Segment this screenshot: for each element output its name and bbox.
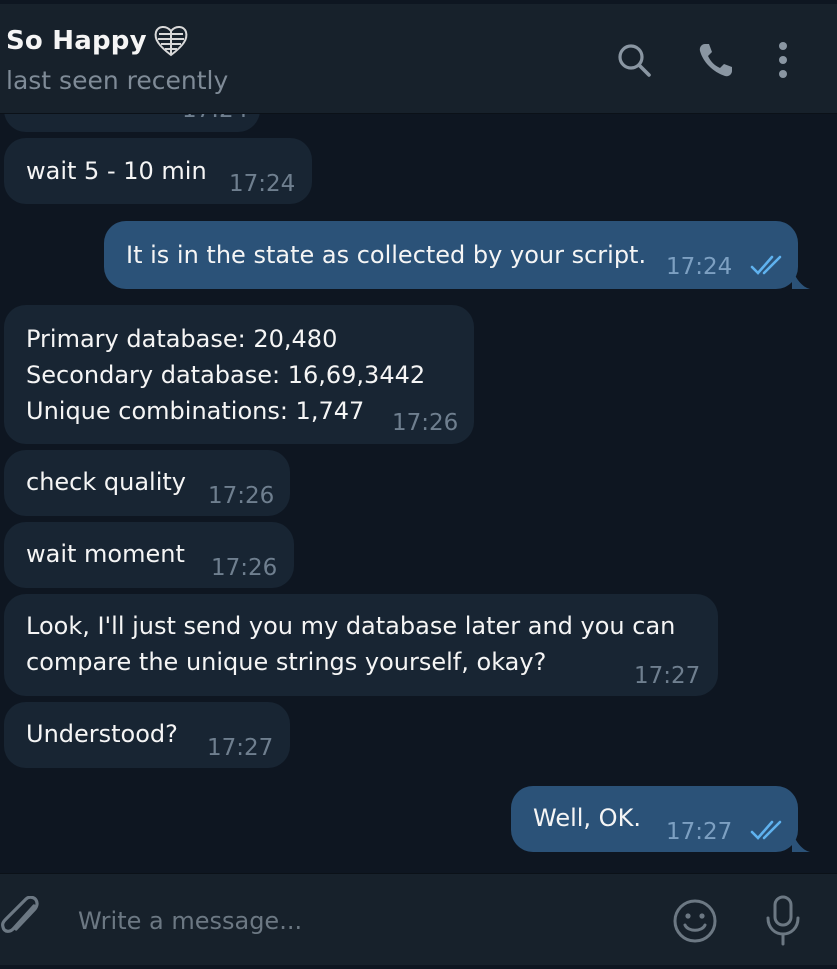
- message-outgoing[interactable]: It is in the state as collected by your …: [104, 221, 798, 289]
- message-time: 17:24: [182, 114, 248, 128]
- message-time: 17:27: [634, 663, 701, 689]
- more-vert-icon[interactable]: [763, 40, 803, 80]
- chat-title-row[interactable]: So Happy: [6, 24, 189, 58]
- phone-icon[interactable]: [696, 40, 736, 80]
- chat-title[interactable]: So Happy: [6, 26, 147, 56]
- message-text: wait moment: [26, 540, 185, 568]
- bubble-tail: [792, 832, 810, 852]
- message-incoming[interactable]: Primary database: 20,480 Secondary datab…: [4, 305, 474, 444]
- message-time: 17:26: [392, 410, 459, 436]
- read-check-icon: [750, 820, 782, 840]
- message-incoming[interactable]: check quality 17:26: [4, 450, 290, 516]
- message-incoming[interactable]: 17:24: [4, 114, 260, 132]
- heart-ribbon-icon: [154, 26, 188, 57]
- message-incoming[interactable]: wait moment 17:26: [4, 522, 294, 588]
- message-list[interactable]: 17:24 wait 5 - 10 min 17:24 It is in the…: [0, 114, 837, 873]
- message-time: 17:26: [211, 555, 278, 581]
- chat-status: last seen recently: [6, 66, 229, 95]
- attach-icon[interactable]: [0, 896, 44, 944]
- search-icon[interactable]: [614, 40, 654, 80]
- message-text: Look, I'll just send you my database lat…: [26, 612, 676, 676]
- bottom-edge: [0, 965, 837, 969]
- message-outgoing[interactable]: Well, OK. 17:27: [511, 786, 798, 852]
- message-time: 17:26: [208, 483, 275, 509]
- message-text: Understood?: [26, 720, 178, 748]
- chat-window: So Happy last seen recently 17:24: [0, 0, 837, 969]
- message-incoming[interactable]: wait 5 - 10 min 17:24: [4, 138, 312, 204]
- message-text: Primary database: 20,480 Secondary datab…: [26, 325, 426, 425]
- emoji-icon[interactable]: [672, 898, 718, 944]
- message-incoming[interactable]: Look, I'll just send you my database lat…: [4, 594, 718, 696]
- message-time: 17:24: [229, 171, 296, 197]
- bubble-tail: [792, 269, 810, 289]
- message-time: 17:24: [666, 254, 733, 280]
- message-text: wait 5 - 10 min: [26, 157, 207, 185]
- message-text: Well, OK.: [533, 804, 641, 832]
- read-check-icon: [750, 255, 782, 275]
- message-input[interactable]: [76, 898, 640, 944]
- message-text: check quality: [26, 468, 186, 496]
- message-incoming[interactable]: Understood? 17:27: [4, 702, 290, 768]
- message-time: 17:27: [207, 735, 274, 761]
- chat-header[interactable]: So Happy last seen recently: [0, 4, 837, 114]
- message-composer: [0, 873, 837, 965]
- mic-icon[interactable]: [763, 894, 803, 946]
- message-time: 17:27: [666, 819, 733, 845]
- message-text: It is in the state as collected by your …: [126, 241, 647, 269]
